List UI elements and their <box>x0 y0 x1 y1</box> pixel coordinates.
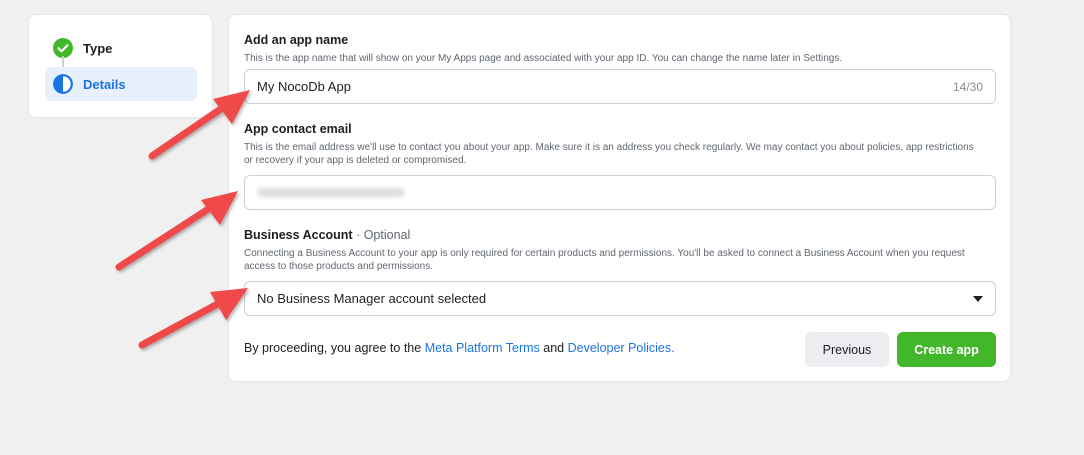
app-name-counter: 14/30 <box>952 79 983 94</box>
terms-notice: By proceeding, you agree to the Meta Pla… <box>244 341 675 355</box>
business-account-select[interactable]: No Business Manager account selected <box>244 281 996 316</box>
business-account-description: Connecting a Business Account to your ap… <box>244 248 965 272</box>
caret-down-icon <box>973 295 983 302</box>
progress-stepper: Type Details <box>28 14 213 118</box>
developer-policies-link[interactable]: Developer Policies. <box>568 341 675 355</box>
blurred-email-value <box>257 188 405 197</box>
step-type[interactable]: Type <box>45 31 197 65</box>
business-account-title: Business Account · Optional <box>244 228 410 242</box>
arrow-to-contact-email <box>115 191 238 271</box>
check-circle-icon <box>53 38 73 58</box>
previous-button[interactable]: Previous <box>805 332 889 367</box>
step-details-label: Details <box>83 76 126 92</box>
contact-email-description: This is the email address we'll use to c… <box>244 142 974 166</box>
optional-tag: · Optional <box>356 228 411 242</box>
meta-platform-terms-link[interactable]: Meta Platform Terms <box>425 341 540 355</box>
step-type-label: Type <box>83 40 113 56</box>
app-name-input[interactable]: My NocoDb App 14/30 <box>244 69 996 104</box>
app-name-value: My NocoDb App <box>257 79 351 94</box>
business-account-selected: No Business Manager account selected <box>257 291 487 306</box>
app-name-title: Add an app name <box>244 33 349 47</box>
terms-prefix: By proceeding, you agree to the <box>244 341 422 355</box>
app-details-form: Add an app name This is the app name tha… <box>228 14 1011 382</box>
business-account-label: Business Account <box>244 228 353 242</box>
create-app-button[interactable]: Create app <box>897 332 996 367</box>
contact-email-title: App contact email <box>244 122 352 136</box>
app-name-description: This is the app name that will show on y… <box>244 53 843 64</box>
half-circle-icon <box>53 74 73 94</box>
step-details[interactable]: Details <box>45 67 197 101</box>
terms-and: and <box>543 341 565 355</box>
contact-email-input[interactable] <box>244 175 996 210</box>
